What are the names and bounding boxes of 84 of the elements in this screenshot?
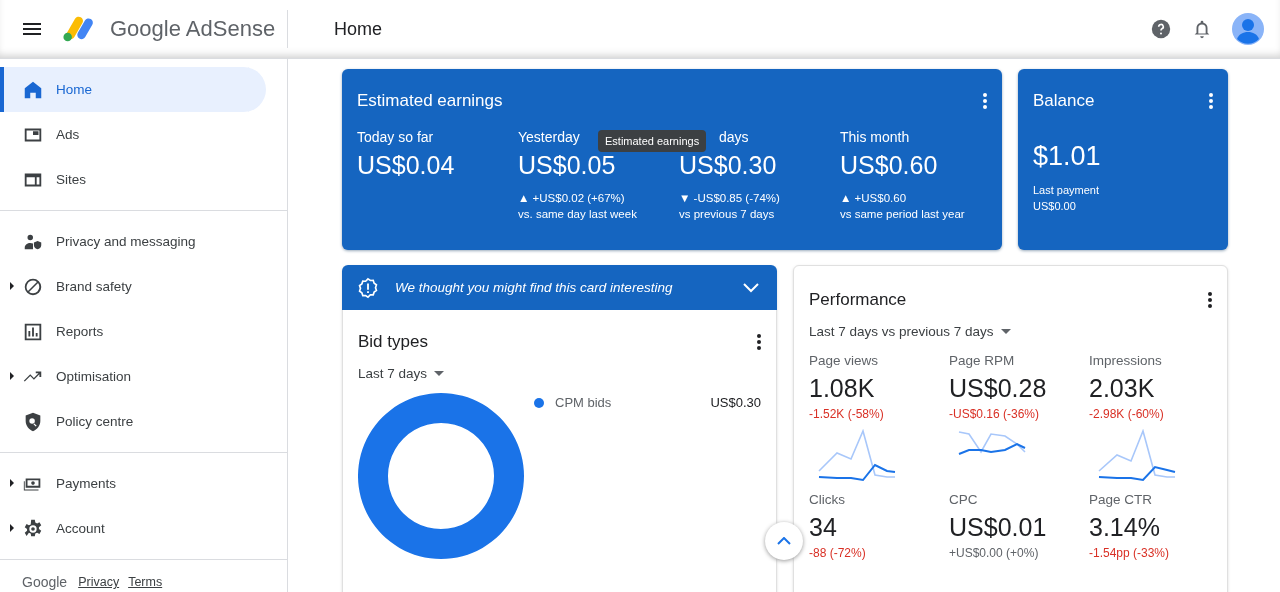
avatar-icon[interactable] xyxy=(1232,13,1264,45)
legend-value: US$0.30 xyxy=(710,395,761,410)
expand-caret-icon[interactable] xyxy=(10,282,14,290)
balance-value: $1.01 xyxy=(1033,141,1102,172)
logo-icon xyxy=(62,15,96,43)
comparison-text: vs same period last year xyxy=(840,207,966,222)
nav-label: Reports xyxy=(56,324,104,339)
metric-change: -1.54pp (-33%) xyxy=(1089,546,1170,560)
earnings-value: US$0.05 xyxy=(518,151,617,180)
metric-value: US$0.01 xyxy=(949,513,1048,542)
tooltip: Estimated earnings xyxy=(598,130,707,152)
last-payment-label: Last payment xyxy=(1033,183,1101,198)
nav-item[interactable]: Privacy and messaging xyxy=(0,219,266,264)
page-title: Home xyxy=(334,18,382,40)
suggestion-banner[interactable]: We thought you might find this card interesting xyxy=(342,265,777,310)
nav-item[interactable]: Home xyxy=(0,67,266,112)
change-text: ▲ +US$0.02 (+67%) xyxy=(518,191,626,206)
date-range-dropdown[interactable]: Last 7 days xyxy=(358,366,445,381)
nav-label: Brand safety xyxy=(56,279,132,294)
change-text: ▲ +US$0.60 xyxy=(840,191,908,206)
metric-label: CPC xyxy=(949,492,979,507)
nav-label: Privacy and messaging xyxy=(56,234,196,249)
earnings-value: US$0.04 xyxy=(357,151,456,180)
alert-badge-icon xyxy=(357,276,379,299)
dropdown-caret-icon[interactable] xyxy=(1000,329,1011,334)
expand-caret-icon[interactable] xyxy=(10,524,14,532)
metric-change: +US$0.00 (+0%) xyxy=(949,546,1039,560)
metric-value: 1.08K xyxy=(809,374,876,403)
last-payment-value: US$0.00 xyxy=(1033,199,1077,214)
chevron-up-icon xyxy=(777,537,791,545)
card-title: Performance xyxy=(809,290,907,310)
metric-label: Clicks xyxy=(809,492,846,507)
expand-caret-icon[interactable] xyxy=(10,372,14,380)
footer-link[interactable]: Terms xyxy=(128,575,163,589)
nav-item[interactable]: Policy centre xyxy=(0,399,266,444)
nav-item[interactable]: Optimisation xyxy=(0,354,266,399)
metric-change: -2.98K (-60%) xyxy=(1089,407,1164,421)
metric-value: 3.14% xyxy=(1089,513,1161,542)
period-label: days xyxy=(719,129,749,145)
metric-value: 2.03K xyxy=(1089,374,1156,403)
earnings-value: US$0.60 xyxy=(840,151,939,180)
nav-label: Account xyxy=(56,521,105,536)
metric-change: -1.52K (-58%) xyxy=(809,407,884,421)
nav-item[interactable]: Payments xyxy=(0,461,266,506)
more-options-icon[interactable] xyxy=(1208,292,1212,308)
nav-item[interactable]: Brand safety xyxy=(0,264,266,309)
nav-item[interactable]: Ads xyxy=(0,112,266,157)
change-text: ▼ -US$0.85 (-74%) xyxy=(679,191,781,206)
earnings-value: US$0.30 xyxy=(679,151,778,180)
comparison-text: vs previous 7 days xyxy=(679,207,776,222)
card-title: Bid types xyxy=(358,332,428,352)
metric-change: -88 (-72%) xyxy=(809,546,866,560)
metric-value: 34 xyxy=(809,513,838,542)
help-icon[interactable] xyxy=(1150,18,1172,40)
chevron-icon[interactable] xyxy=(743,282,759,293)
footer-brand: Google xyxy=(22,574,68,590)
more-options-icon[interactable] xyxy=(757,334,761,350)
nav-item[interactable]: Reports xyxy=(0,309,266,354)
metric-label: Page RPM xyxy=(949,353,1016,368)
nav-label: Sites xyxy=(56,172,86,187)
metric-label: Impressions xyxy=(1089,353,1163,368)
comparison-text: vs. same day last week xyxy=(518,207,638,222)
footer-link[interactable]: Privacy xyxy=(78,575,120,589)
nav-label: Home xyxy=(56,82,92,97)
metric-change: -US$0.16 (-36%) xyxy=(949,407,1040,421)
nav-label: Optimisation xyxy=(56,369,132,384)
card-title: Estimated earnings xyxy=(357,91,503,111)
period-label: This month xyxy=(840,129,910,145)
expand-caret-icon[interactable] xyxy=(10,479,14,487)
nav-item[interactable]: Account xyxy=(0,506,266,551)
date-range-dropdown[interactable]: Last 7 days vs previous 7 days xyxy=(809,324,1011,339)
period-label: Yesterday xyxy=(518,129,580,145)
period-label: Today so far xyxy=(357,129,434,145)
nav-label: Payments xyxy=(56,476,117,491)
nav-label: Policy centre xyxy=(56,414,134,429)
metric-label: Page CTR xyxy=(1089,492,1154,507)
dropdown-caret-icon[interactable] xyxy=(434,371,445,376)
legend-label: CPM bids xyxy=(555,395,612,410)
nav-label: Ads xyxy=(56,127,80,142)
card-title: Balance xyxy=(1033,91,1095,111)
metric-label: Page views xyxy=(809,353,880,368)
nav-item[interactable]: Sites xyxy=(0,157,266,202)
product-name: Google AdSense xyxy=(110,16,276,42)
metric-value: US$0.28 xyxy=(949,374,1048,403)
